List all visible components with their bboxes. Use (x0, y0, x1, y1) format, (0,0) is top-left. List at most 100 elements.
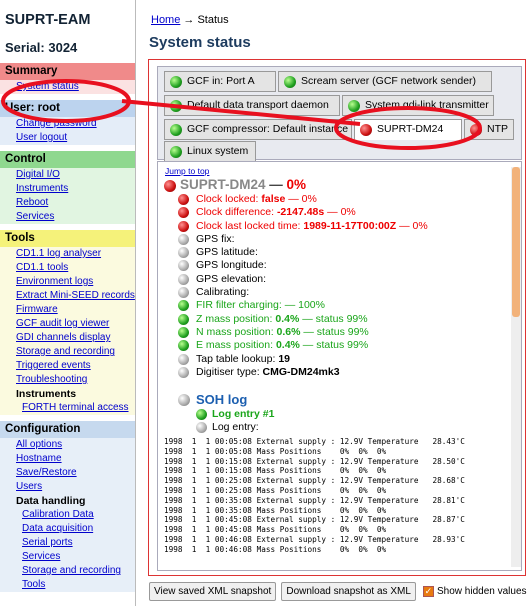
sidebar-item-calibration-data[interactable]: Calibration Data (0, 508, 135, 522)
sidebar-link[interactable]: Storage and recording (16, 346, 115, 357)
sidebar-item-extract-mini-seed-records[interactable]: Extract Mini-SEED records (0, 289, 135, 303)
sidebar-item-digital-i-o[interactable]: Digital I/O (0, 168, 135, 182)
sidebar-item-hostname[interactable]: Hostname (0, 452, 135, 466)
tab-default-data-transport-daemon[interactable]: Default data transport daemon (164, 95, 340, 116)
sidebar-section-tools: Tools CD1.1 log analyser CD1.1 tools Enviro… (0, 230, 135, 415)
tab-label: SUPRT-DM24 (377, 123, 444, 135)
sidebar-link[interactable]: CD1.1 tools (16, 262, 68, 273)
device-name: SUPRT-DM24 (180, 177, 266, 192)
sidebar-link[interactable]: Digital I/O (16, 169, 60, 180)
scrollbar-thumb[interactable] (512, 167, 520, 317)
sidebar-item-triggered-events[interactable]: Triggered events (0, 359, 135, 373)
sidebar-link[interactable]: Tools (22, 579, 45, 590)
status-green-icon (196, 409, 207, 420)
breadcrumb-current: Status (197, 14, 229, 26)
status-row-label: GPS elevation: (196, 272, 267, 285)
sidebar-link[interactable]: Extract Mini-SEED records (16, 290, 135, 301)
sidebar-item-cd1-1-log-analyser[interactable]: CD1.1 log analyser (0, 247, 135, 261)
sidebar-item-user-logout[interactable]: User logout (0, 131, 135, 145)
sidebar-item-environment-logs[interactable]: Environment logs (0, 275, 135, 289)
sidebar-item-system-status[interactable]: System status (0, 80, 135, 94)
status-row-suffix: — status 99% (299, 339, 369, 352)
sidebar-item-storage-and-recording[interactable]: Storage and recording (0, 564, 135, 578)
sidebar-item-change-password[interactable]: Change password (0, 117, 135, 131)
sidebar-link[interactable]: FORTH terminal access (22, 402, 129, 413)
sidebar-link[interactable]: Troubleshooting (16, 374, 87, 385)
status-row-label: Calibrating: (196, 286, 250, 299)
status-row-label: Clock difference: (196, 206, 277, 219)
sidebar-link[interactable]: Storage and recording (22, 565, 121, 576)
sidebar-link[interactable]: Data acquisition (22, 523, 93, 534)
sidebar-link[interactable]: Triggered events (16, 360, 91, 371)
status-grey-icon (178, 233, 189, 245)
jump-to-top-link[interactable]: Jump to top (165, 166, 209, 176)
sidebar-item-all-options[interactable]: All options (0, 438, 135, 452)
show-hidden-checkbox[interactable]: ✓ (422, 586, 434, 597)
sidebar-item-tools[interactable]: Tools (0, 578, 135, 592)
sidebar-link[interactable]: Services (16, 211, 54, 222)
sidebar-item-firmware[interactable]: Firmware (0, 303, 135, 317)
status-row-value: false (261, 193, 286, 205)
sidebar-item-gdi-channels-display[interactable]: GDI channels display (0, 331, 135, 345)
sidebar-link[interactable]: Change password (16, 118, 97, 129)
status-row: GPS elevation: (178, 273, 508, 286)
sidebar-item-cd1-1-tools[interactable]: CD1.1 tools (0, 261, 135, 275)
status-green-icon (348, 100, 360, 112)
sidebar-section-title: Tools (0, 230, 135, 247)
sidebar-item-users[interactable]: Users (0, 480, 135, 494)
tab-gcf-compressor-default-instance[interactable]: GCF compressor: Default instance (164, 119, 352, 140)
sidebar-link[interactable]: User logout (16, 132, 67, 143)
sidebar-item-forth-terminal-access[interactable]: FORTH terminal access (0, 401, 135, 415)
status-red-icon (164, 180, 176, 192)
status-row: FIR filter charging: — 100% (178, 299, 508, 312)
sidebar-link[interactable]: Save/Restore (16, 467, 77, 478)
sidebar-item-services[interactable]: Services (0, 210, 135, 224)
sidebar-link[interactable]: Instruments (16, 183, 68, 194)
sidebar-link[interactable]: Users (16, 481, 42, 492)
tab-gcf-in-port-a[interactable]: GCF in: Port A (164, 71, 276, 92)
sidebar-item-instruments[interactable]: Instruments (0, 182, 135, 196)
content-scrollbar[interactable] (511, 167, 521, 567)
sidebar-item-storage-and-recording[interactable]: Storage and recording (0, 345, 135, 359)
tab-system-gdi-link-transmitter[interactable]: System gdi-link transmitter (342, 95, 494, 116)
soh-log-heading[interactable]: SOH log (178, 392, 247, 407)
sidebar-link[interactable]: GDI channels display (16, 332, 111, 343)
breadcrumb-home-link[interactable]: Home (151, 14, 180, 26)
view-xml-snapshot-button[interactable]: View saved XML snapshot (149, 582, 277, 601)
sidebar-link[interactable]: Serial ports (22, 537, 73, 548)
sidebar-item-services[interactable]: Services (0, 550, 135, 564)
log-entries: Log entry #1 Log entry: (196, 408, 274, 434)
status-green-icon (170, 100, 182, 112)
sidebar-link[interactable]: Reboot (16, 197, 48, 208)
sidebar-link[interactable]: System status (16, 81, 79, 92)
status-row-value: 0.4% (275, 339, 300, 352)
sidebar-link[interactable]: All options (16, 439, 62, 450)
status-row-suffix: — 0% (396, 219, 428, 232)
sidebar-section-user-root: User: root Change password User logout (0, 100, 135, 145)
status-grey-icon (178, 247, 189, 259)
status-grey-icon (178, 287, 189, 299)
download-xml-snapshot-button[interactable]: Download snapshot as XML (281, 582, 416, 601)
sidebar-item-gcf-audit-log-viewer[interactable]: GCF audit log viewer (0, 317, 135, 331)
sidebar-link[interactable]: CD1.1 log analyser (16, 248, 101, 259)
status-row-value: CMG-DM24mk3 (262, 365, 340, 378)
tab-linux-system[interactable]: Linux system (164, 141, 256, 162)
sidebar-item-serial-ports[interactable]: Serial ports (0, 536, 135, 550)
sidebar-link[interactable]: Services (22, 551, 60, 562)
status-green-icon (178, 300, 189, 312)
sidebar-link[interactable]: GCF audit log viewer (16, 318, 109, 329)
page-title: System status (149, 34, 251, 51)
sidebar-item-reboot[interactable]: Reboot (0, 196, 135, 210)
serial-number: Serial: 3024 (5, 40, 78, 55)
sidebar-link[interactable]: Firmware (16, 304, 58, 315)
sidebar-item-save-restore[interactable]: Save/Restore (0, 466, 135, 480)
log-entry-heading[interactable]: Log entry #1 (196, 408, 274, 421)
tab-suprt-dm24[interactable]: SUPRT-DM24 (354, 119, 462, 140)
tab-ntp[interactable]: NTP (464, 119, 514, 140)
sidebar-item-troubleshooting[interactable]: Troubleshooting (0, 373, 135, 387)
sidebar-link[interactable]: Hostname (16, 453, 62, 464)
sidebar-link[interactable]: Environment logs (16, 276, 93, 287)
sidebar-link[interactable]: Calibration Data (22, 509, 94, 520)
sidebar-item-data-acquisition[interactable]: Data acquisition (0, 522, 135, 536)
tab-scream-server-gcf-network-sender-[interactable]: Scream server (GCF network sender) (278, 71, 492, 92)
